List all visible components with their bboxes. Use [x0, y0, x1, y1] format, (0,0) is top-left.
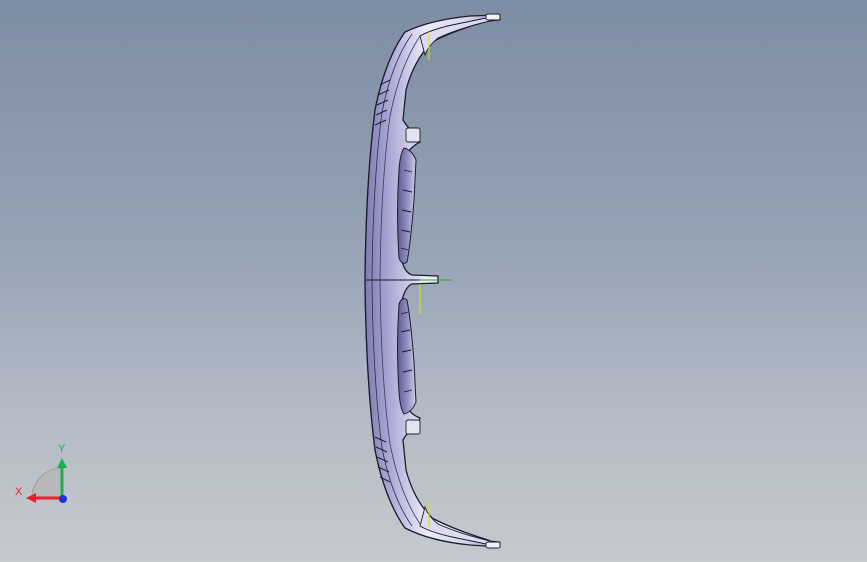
axis-triad: X Y: [10, 440, 80, 510]
upper-tab: [485, 13, 501, 21]
triad-x-arrow-icon: [26, 493, 36, 503]
triad-y-label: Y: [58, 443, 66, 455]
triad-graphic: [26, 458, 67, 503]
graphics-viewport[interactable]: X Y: [0, 0, 867, 562]
bumper-model[interactable]: [0, 0, 867, 562]
triad-quarter-disc: [31, 467, 63, 499]
upper-grille-cavity: [397, 147, 417, 264]
upper-bracket: [405, 127, 421, 143]
bumper-body: [364, 14, 501, 548]
lower-tab: [485, 541, 501, 549]
lower-grille-cavity: [397, 298, 417, 415]
triad-z-axis-icon: [59, 495, 67, 503]
lower-bracket: [405, 419, 421, 435]
triad-y-arrow-icon: [57, 458, 67, 468]
triad-x-label: X: [15, 486, 23, 498]
